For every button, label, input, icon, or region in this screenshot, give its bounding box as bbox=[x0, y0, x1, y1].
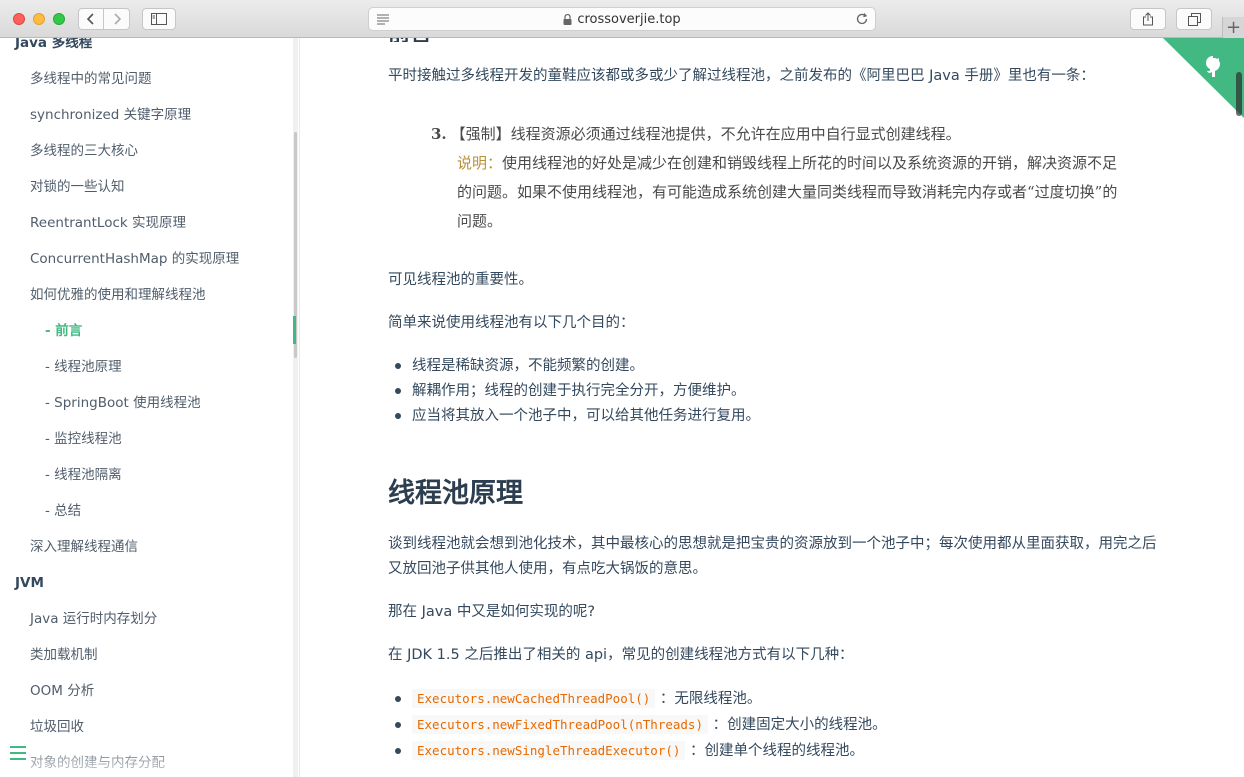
sidebar-item[interactable]: - SpringBoot 使用线程池 bbox=[45, 391, 201, 415]
share-icon bbox=[1143, 12, 1153, 26]
list-item: 解耦作用；线程的创建于执行完全分开，方便维护。 bbox=[388, 379, 760, 404]
section-heading: 线程池原理 bbox=[388, 478, 523, 509]
code-snippet: Executors.newSingleThreadExecutor() bbox=[412, 741, 686, 760]
plus-icon: + bbox=[1225, 17, 1242, 38]
jdk-intro: 在 JDK 1.5 之后推出了相关的 api，常见的创建线程池方式有以下几种： bbox=[388, 647, 854, 663]
sidebar-item[interactable]: Java 运行时内存划分 bbox=[30, 607, 157, 631]
sidebar-item[interactable]: 深入理解线程通信 bbox=[30, 535, 138, 559]
rule-note-label: 说明： bbox=[457, 154, 503, 172]
address-bar[interactable]: crossoverjie.top bbox=[368, 7, 876, 31]
chevron-left-icon bbox=[87, 13, 94, 25]
chevron-right-icon bbox=[113, 13, 121, 25]
content-scroll-thumb[interactable] bbox=[1236, 72, 1242, 116]
sidebar-section-title[interactable]: JVM bbox=[15, 571, 44, 595]
sidebar-section-title[interactable]: Java 多线程 bbox=[15, 38, 92, 55]
sidebar-icon bbox=[151, 13, 167, 25]
docs-sidebar: Java 多线程多线程中的常见问题 synchronized 关键字原理 多线程的三… bbox=[0, 38, 300, 777]
close-window-button[interactable] bbox=[13, 13, 25, 25]
reader-icon[interactable] bbox=[376, 12, 390, 26]
list-item: Executors.newFixedThreadPool(nThreads) ：… bbox=[388, 712, 887, 738]
back-button[interactable] bbox=[78, 8, 104, 30]
previous-section-heading: 前言 bbox=[388, 38, 442, 42]
sidebar-item[interactable]: 多线程中的常见问题 bbox=[30, 67, 152, 91]
rule-note-text: 使用线程池的好处是减少在创建和销毁线程上所花的时间以及系统资源的开销，解决资源不… bbox=[457, 154, 1118, 230]
java-question: 那在 Java 中又是如何实现的呢? bbox=[388, 604, 596, 620]
purposes-intro: 简单来说使用线程池有以下几个目的： bbox=[388, 315, 635, 331]
sidebar-item[interactable]: ReentrantLock 实现原理 bbox=[30, 211, 186, 235]
github-corner-icon[interactable] bbox=[1163, 38, 1244, 118]
sidebar-item[interactable]: 对锁的一些认知 bbox=[30, 175, 125, 199]
list-item: Executors.newSingleThreadExecutor() ：创建单… bbox=[388, 738, 887, 764]
sidebar-item[interactable]: - 线程池原理 bbox=[45, 355, 122, 379]
list-item: Executors.newCachedThreadPool() ：无限线程池。 bbox=[388, 686, 887, 712]
list-item: 应当将其放入一个池子中，可以给其他任务进行复用。 bbox=[388, 404, 760, 429]
tabs-icon bbox=[1187, 12, 1201, 26]
article-content: 前言 平时接触过多线程开发的童鞋应该都或多或少了解过线程池，之前发布的《阿里巴巴… bbox=[301, 38, 1244, 777]
sidebar-item[interactable]: ConcurrentHashMap 的实现原理 bbox=[30, 247, 239, 271]
browser-toolbar: crossoverjie.top + bbox=[0, 0, 1244, 38]
sidebar-item[interactable]: 垃圾回收 bbox=[30, 715, 84, 739]
sidebar-item[interactable]: 类加载机制 bbox=[30, 643, 98, 667]
new-tab-button[interactable]: + bbox=[1222, 17, 1244, 38]
sidebar-item[interactable]: - 总结 bbox=[45, 499, 81, 523]
sidebar-item[interactable]: 对象的创建与内存分配 bbox=[30, 751, 165, 775]
sidebar-item[interactable]: - 监控线程池 bbox=[45, 427, 122, 451]
rule-text: 【强制】线程资源必须通过线程池提供，不允许在应用中自行显式创建线程。 bbox=[450, 125, 961, 143]
sidebar-item[interactable]: - 前言 bbox=[45, 319, 82, 343]
sidebar-item[interactable]: synchronized 关键字原理 bbox=[30, 103, 191, 127]
lock-icon bbox=[563, 13, 572, 25]
reload-icon[interactable] bbox=[855, 11, 869, 27]
rule-number: 3. bbox=[431, 125, 447, 143]
minimize-window-button[interactable] bbox=[33, 13, 45, 25]
zoom-window-button[interactable] bbox=[53, 13, 65, 25]
sidebar-toggle-button[interactable] bbox=[142, 8, 176, 30]
thread-pool-list: Executors.newCachedThreadPool() ：无限线程池。 … bbox=[388, 686, 887, 764]
sidebar-item[interactable]: 如何优雅的使用和理解线程池 bbox=[30, 283, 206, 307]
purposes-list: 线程是稀缺资源，不能频繁的创建。 解耦作用；线程的创建于执行完全分开，方便维护。… bbox=[388, 354, 760, 429]
forward-button[interactable] bbox=[104, 8, 130, 30]
sidebar-item[interactable]: OOM 分析 bbox=[30, 679, 94, 703]
tabs-overview-button[interactable] bbox=[1176, 8, 1212, 30]
principle-paragraph: 谈到线程池就会想到池化技术，其中最核心的思想就是把宝贵的资源放到一个池子中；每次… bbox=[388, 536, 1157, 577]
menu-toggle-button[interactable] bbox=[10, 746, 26, 764]
sidebar-item[interactable]: 多线程的三大核心 bbox=[30, 139, 138, 163]
alibaba-rule-quote: 3. 【强制】线程资源必须通过线程池提供，不允许在应用中自行显式创建线程。 说明：… bbox=[431, 120, 1131, 236]
sidebar-item[interactable]: - 线程池隔离 bbox=[45, 463, 122, 487]
code-snippet: Executors.newFixedThreadPool(nThreads) bbox=[412, 715, 708, 734]
url-text: crossoverjie.top bbox=[577, 11, 681, 27]
intro-paragraph: 平时接触过多线程开发的童鞋应该都或多或少了解过线程池，之前发布的《阿里巴巴 Ja… bbox=[388, 68, 1095, 84]
importance-paragraph: 可见线程池的重要性。 bbox=[388, 272, 533, 288]
code-snippet: Executors.newCachedThreadPool() bbox=[412, 689, 656, 708]
share-button[interactable] bbox=[1130, 8, 1166, 30]
list-item: 线程是稀缺资源，不能频繁的创建。 bbox=[388, 354, 760, 379]
active-item-indicator bbox=[293, 316, 296, 344]
